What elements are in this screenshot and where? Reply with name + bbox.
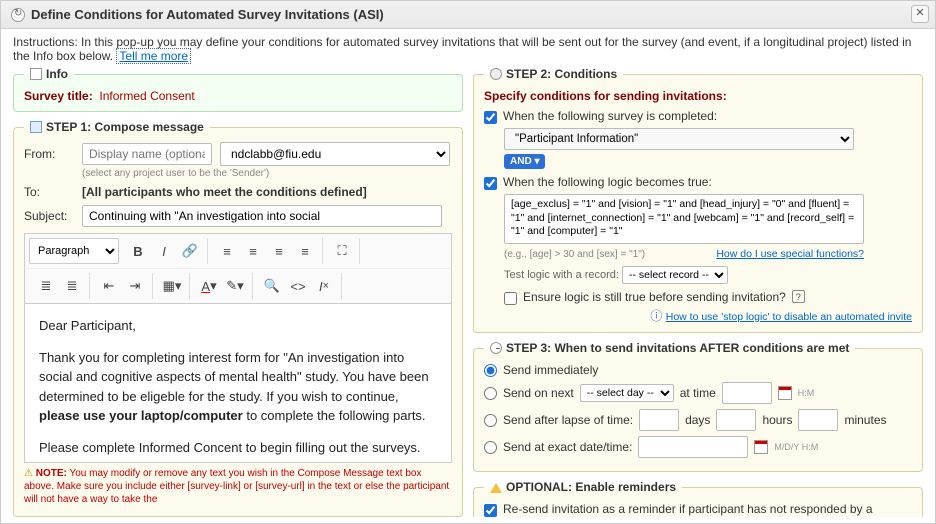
indent-button[interactable]: ⇥ [122,273,148,299]
days-input[interactable] [639,409,679,431]
subject-input[interactable] [82,205,442,227]
gear-icon [490,68,502,80]
resend-check[interactable] [484,504,497,517]
survey-completed-check[interactable] [484,111,497,124]
fullscreen-button[interactable]: ⛶ [329,238,355,264]
send-immediately-label: Send immediately [503,363,598,377]
when-logic-label: When the following logic becomes true: [503,175,712,189]
test-record-select[interactable]: -- select record -- [622,266,728,284]
specify-conditions: Specify conditions for sending invitatio… [484,89,912,103]
when-completed-label: When the following survey is completed: [503,109,717,123]
body-p3: Please complete Informed Concent to begi… [39,438,437,458]
step3-box: STEP 3: When to send invitations AFTER c… [473,341,923,472]
close-button[interactable]: ✕ [911,5,929,23]
calendar-icon[interactable] [754,440,768,454]
send-on-next-label: Send on next [503,386,574,400]
right-column: STEP 2: Conditions Specify conditions fo… [473,67,923,517]
send-on-next-radio[interactable] [484,387,497,400]
source-button[interactable]: <> [285,273,311,299]
survey-title-value: Informed Consent [99,89,194,103]
from-label: From: [24,147,74,161]
bell-icon [490,481,502,493]
ensure-label: Ensure logic is still true before sendin… [523,290,786,304]
send-lapse-label: Send after lapse of time: [503,413,633,427]
subject-label: Subject: [24,209,74,223]
to-value: [All participants who meet the condition… [82,185,367,199]
warn-icon: ⚠ [24,468,33,479]
minutes-input[interactable] [798,409,838,431]
clock-picker-icon[interactable] [778,386,792,400]
info-box: Info Survey title: Informed Consent [13,67,463,112]
step2-legend: STEP 2: Conditions [506,67,617,81]
hours-input[interactable] [716,409,756,431]
asi-dialog: Define Conditions for Automated Survey I… [0,0,936,524]
logic-example: (e.g., [age] > 30 and [sex] = "1") [504,249,645,260]
bullet-list-button[interactable]: ≣ [33,273,59,299]
next-time-input[interactable] [722,382,772,404]
logic-textarea[interactable]: [age_exclus] = "1" and [vision] = "1" an… [504,194,864,244]
clear-format-button[interactable]: I× [311,273,337,299]
optional-box: OPTIONAL: Enable reminders Re-send invit… [473,480,923,517]
special-functions-link[interactable]: How do I use special functions? [716,248,864,260]
exact-datetime-input[interactable] [638,436,748,458]
align-center-button[interactable]: ≡ [240,238,266,264]
send-immediately-radio[interactable] [484,364,497,377]
test-logic-label: Test logic with a record: [504,269,619,281]
italic-button[interactable]: I [151,238,177,264]
send-lapse-radio[interactable] [484,414,497,427]
send-exact-radio[interactable] [484,441,497,454]
clock-icon [490,342,502,354]
step1-legend: STEP 1: Compose message [46,120,204,134]
day-select[interactable]: -- select day -- [580,384,674,402]
instructions: Instructions: In this pop-up you may def… [1,29,935,67]
resend-label: Re-send invitation as a reminder if part… [503,502,873,517]
align-right-button[interactable]: ≡ [266,238,292,264]
align-justify-button[interactable]: ≡ [292,238,318,264]
refresh-icon [11,8,25,22]
tell-me-more-link[interactable]: Tell me more [116,48,191,64]
send-exact-label: Send at exact date/time: [503,440,632,454]
step2-box: STEP 2: Conditions Specify conditions fo… [473,67,923,333]
body-p1: Dear Participant, [39,316,437,336]
left-column: Info Survey title: Informed Consent STEP… [13,67,463,517]
highlight-button[interactable]: ✎▾ [222,273,248,299]
number-list-button[interactable]: ≣ [59,273,85,299]
info-icon: ⓘ [650,309,662,323]
info-legend: Info [46,67,68,81]
help-icon[interactable]: ? [792,290,805,303]
sender-email-select[interactable]: ndclabb@fiu.edu [220,142,450,166]
display-name-input[interactable] [82,143,212,165]
step3-legend: STEP 3: When to send invitations AFTER c… [506,341,849,355]
dialog-title: Define Conditions for Automated Survey I… [31,7,384,22]
stop-logic-link[interactable]: How to use 'stop logic' to disable an au… [666,311,912,323]
editor-body[interactable]: Dear Participant, Thank you for completi… [24,303,452,463]
logic-true-check[interactable] [484,177,497,190]
align-left-button[interactable]: ≡ [214,238,240,264]
step1-box: STEP 1: Compose message From: ndclabb@fi… [13,120,463,517]
titlebar: Define Conditions for Automated Survey I… [1,1,935,29]
to-label: To: [24,185,74,199]
optional-legend: OPTIONAL: Enable reminders [506,480,676,494]
bold-button[interactable]: B [125,238,151,264]
find-button[interactable]: 🔍 [259,273,285,299]
doc-icon [30,68,42,80]
mail-icon [30,121,42,133]
outdent-button[interactable]: ⇤ [96,273,122,299]
ensure-logic-check[interactable] [504,292,517,305]
survey-title-label: Survey title: [24,89,93,103]
link-button[interactable]: 🔗 [177,238,203,264]
editor-toolbar: Paragraph B I 🔗 ≡ ≡ ≡ ≡ ⛶ [24,233,452,268]
text-color-button[interactable]: A▾ [196,273,222,299]
and-badge[interactable]: AND ▾ [504,154,545,169]
compose-note: ⚠ NOTE: You may modify or remove any tex… [24,467,452,506]
format-select[interactable]: Paragraph [29,238,119,264]
sender-hint: (select any project user to be the 'Send… [82,168,269,179]
table-button[interactable]: ▦▾ [159,273,185,299]
editor-toolbar-2: ≣ ≣ ⇤ ⇥ ▦▾ A▾ ✎▾ 🔍 [24,268,452,303]
survey-completed-select[interactable]: "Participant Information" [504,128,854,150]
